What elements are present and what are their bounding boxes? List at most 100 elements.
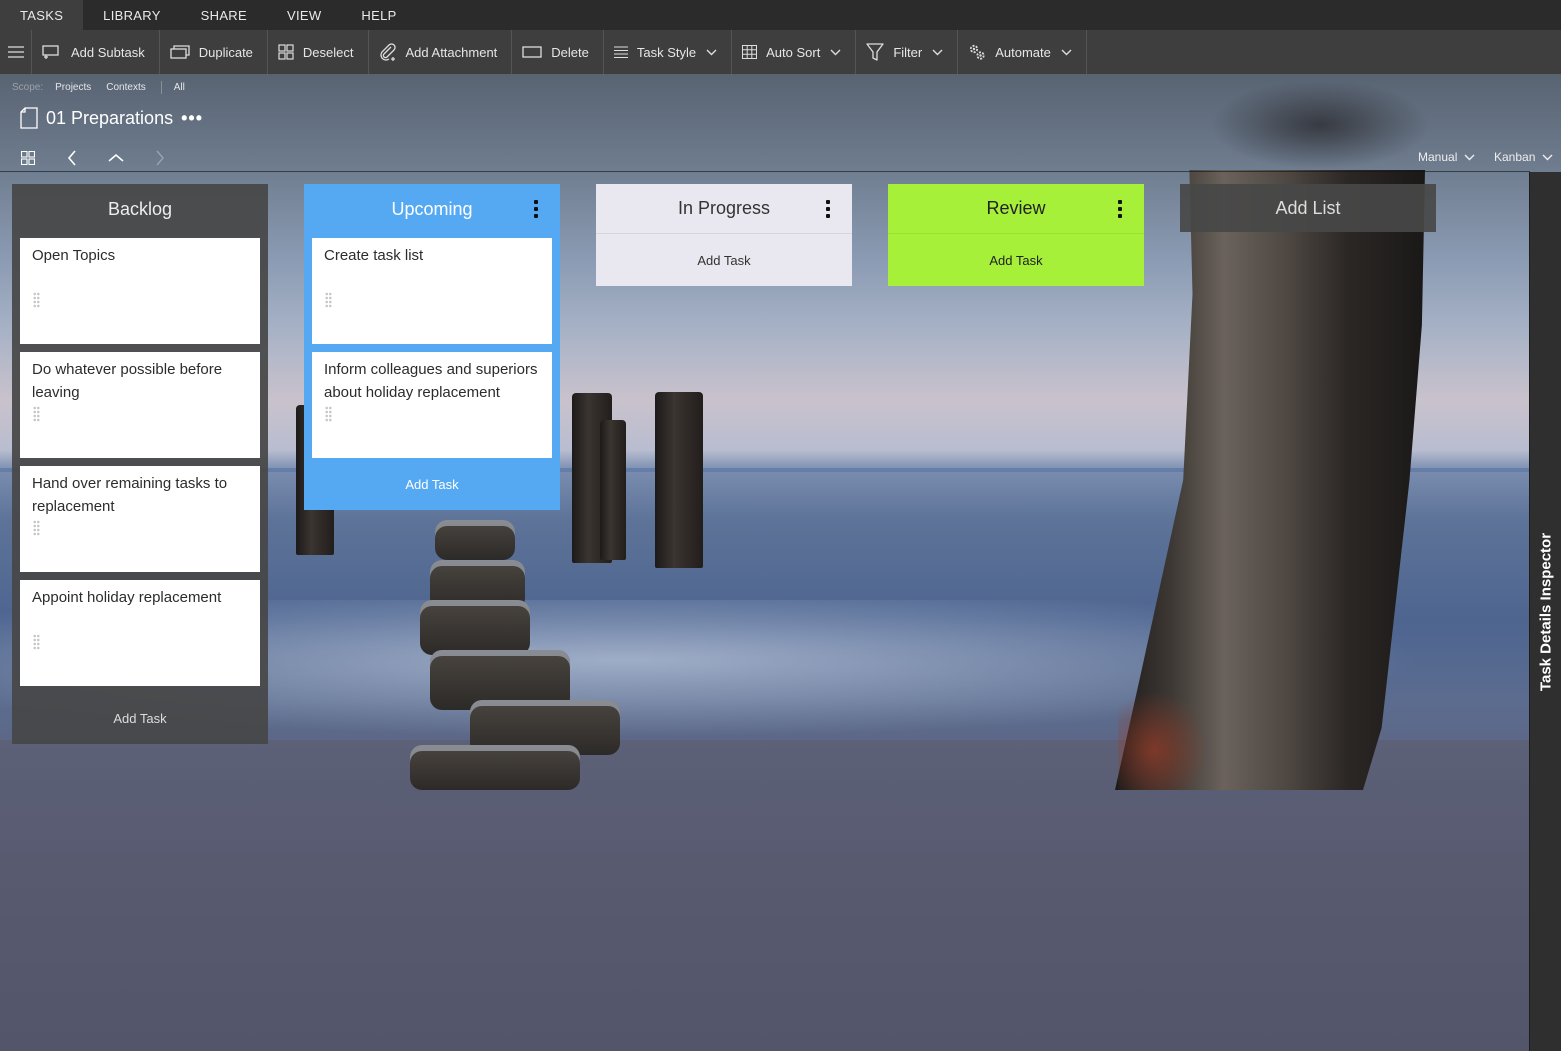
project-page-icon [20,107,38,129]
automate-label: Automate [995,44,1051,60]
deselect-button[interactable]: Deselect [268,30,369,74]
sort-mode-dropdown[interactable]: Manual [1418,150,1475,164]
chevron-right-icon [156,150,164,166]
scope-all[interactable]: All [174,82,185,93]
add-task-button[interactable]: Add Task [12,692,268,744]
task-card[interactable]: Create task list [312,238,552,344]
kanban-column-in-progress: In Progress Add Task [596,184,852,286]
drag-handle-icon[interactable] [33,520,40,536]
drag-handle-icon[interactable] [325,292,332,308]
header-divider [0,171,1530,172]
add-attachment-label: Add Attachment [405,44,498,60]
auto-sort-dropdown[interactable]: Auto Sort [732,30,857,74]
inspector-label: Task Details Inspector [1537,532,1554,691]
task-card[interactable]: Appoint holiday replacement [20,580,260,686]
duplicate-icon [170,45,190,59]
column-title: In Progress [677,198,771,218]
deselect-label: Deselect [302,44,354,60]
back-button[interactable] [60,147,84,169]
column-header[interactable]: Backlog [12,184,268,234]
column-header[interactable]: In Progress [596,184,852,234]
menu-tab-help[interactable]: HELP [341,0,416,30]
drag-handle-icon[interactable] [33,406,40,422]
chevron-down-icon [706,49,717,55]
drag-handle-icon[interactable] [325,406,332,422]
chevron-down-icon [1464,154,1475,160]
layout-mode-dropdown[interactable]: Kanban [1494,150,1553,164]
task-card[interactable]: Hand over remaining tasks to replacement [20,466,260,572]
drag-handle-icon[interactable] [33,634,40,650]
add-subtask-label: Add Subtask [71,44,145,60]
task-card[interactable]: Do whatever possible before leaving [20,352,260,458]
project-header: 01 Preparations ••• [20,104,203,132]
project-more-button[interactable]: ••• [181,108,203,129]
task-details-inspector-tab[interactable]: Task Details Inspector [1529,172,1561,1051]
gears-icon [970,44,985,60]
scope-bar: Scope: Projects Contexts All [12,79,200,95]
column-title: Backlog [107,198,173,219]
chevron-up-icon [108,153,124,162]
chevron-down-icon [830,49,841,55]
add-task-button[interactable]: Add Task [596,234,852,286]
column-menu-icon[interactable] [1118,200,1122,218]
kanban-column-backlog: Backlog Open Topics Do whatever possible… [12,184,268,744]
pier-post [600,420,626,560]
task-title: Appoint holiday replacement [32,589,222,606]
add-subtask-button[interactable]: Add Subtask [32,30,160,74]
hamburger-icon [7,46,24,58]
column-menu-icon[interactable] [826,200,830,218]
sort-mode-value: Manual [1418,150,1458,164]
add-task-button[interactable]: Add Task [304,458,560,510]
toolbar: Add Subtask Duplicate Deselect Add Attac… [0,30,1561,74]
navigation-row: Manual Kanban [0,144,1561,172]
up-button[interactable] [104,147,128,169]
pier-post [655,392,703,568]
grid-icon [21,151,35,165]
menu-tab-share[interactable]: SHARE [181,0,267,30]
column-header[interactable]: Upcoming [304,184,560,234]
auto-sort-label: Auto Sort [766,44,821,60]
chevron-left-icon [67,150,76,166]
column-title: Review [986,198,1046,218]
grid-sort-icon [742,45,758,59]
layout-mode-value: Kanban [1494,150,1536,164]
filter-dropdown[interactable]: Filter [856,30,959,74]
task-title: Hand over remaining tasks to replacement [32,475,228,515]
hamburger-menu-button[interactable] [0,30,32,74]
scope-label: Scope: [12,81,44,93]
groyne-stump [435,520,515,560]
groyne-stump [410,745,580,790]
duplicate-button[interactable]: Duplicate [160,30,268,74]
column-header[interactable]: Review [888,184,1144,234]
menu-tab-view[interactable]: VIEW [267,0,341,30]
groyne-stump [420,600,530,655]
add-list-button[interactable]: Add List [1180,184,1436,232]
task-style-dropdown[interactable]: Task Style [604,30,733,74]
column-title: Upcoming [391,198,473,219]
automate-dropdown[interactable]: Automate [958,30,1087,74]
menu-bar: TASKS LIBRARY SHARE VIEW HELP [0,0,1561,30]
drag-handle-icon[interactable] [33,292,40,308]
column-menu-icon[interactable] [534,200,538,218]
menu-tab-library[interactable]: LIBRARY [83,0,181,30]
task-card[interactable]: Open Topics [20,238,260,344]
menu-tab-tasks[interactable]: TASKS [0,0,84,30]
paperclip-icon [379,43,396,61]
grid-view-button[interactable] [16,147,40,169]
add-subtask-icon [42,45,59,59]
kanban-column-review: Review Add Task [888,184,1144,286]
scope-contexts[interactable]: Contexts [106,82,145,93]
task-title: Inform colleagues and superiors about ho… [324,361,538,401]
add-attachment-button[interactable]: Add Attachment [369,30,513,74]
scope-projects[interactable]: Projects [55,82,91,93]
delete-button[interactable]: Delete [512,30,604,74]
forward-button[interactable] [148,147,172,169]
add-task-button[interactable]: Add Task [888,234,1144,286]
task-title: Create task list [324,247,424,264]
page-title: 01 Preparations [46,107,174,128]
funnel-icon [866,43,884,61]
trunk-rust [1118,690,1208,790]
task-card[interactable]: Inform colleagues and superiors about ho… [312,352,552,458]
task-style-label: Task Style [636,44,697,60]
deselect-icon [278,44,294,60]
